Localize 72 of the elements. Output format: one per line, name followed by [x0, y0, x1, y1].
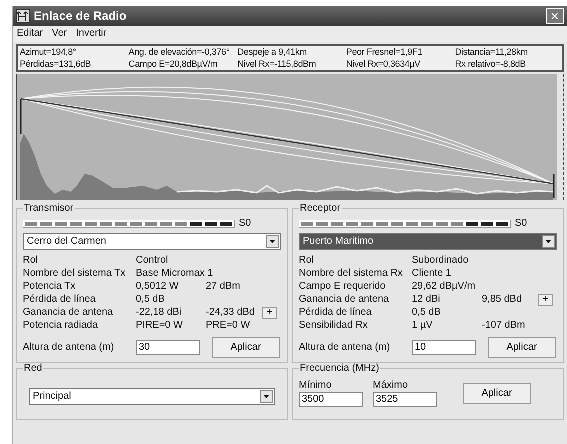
- property-label: Nombre del sistema Tx: [23, 268, 127, 279]
- antenna-icon: [16, 9, 30, 23]
- property-label: Rol: [23, 255, 40, 266]
- network-dropdown[interactable]: Principal: [29, 388, 275, 405]
- minimum-field[interactable]: 3500: [299, 392, 363, 407]
- summary-value: Rx relativo=-8,8dB: [454, 58, 527, 70]
- property-value: 27 dBm: [206, 281, 242, 292]
- caret-icon: [260, 390, 273, 403]
- property-label: Potencia radiada: [23, 320, 100, 331]
- caret-icon: [542, 235, 555, 248]
- property-label: Pérdida de línea: [299, 307, 373, 318]
- group-title: Receptor: [299, 203, 342, 214]
- antenna-height-field[interactable]: 10: [412, 340, 476, 355]
- property-value: Control: [136, 255, 170, 266]
- property-value: 29,62 dBµV/m: [412, 281, 477, 292]
- plus-button[interactable]: +: [262, 306, 277, 318]
- signal-meter-icon: [23, 220, 235, 228]
- property-value: -107 dBm: [482, 320, 526, 331]
- property-label: Rol: [299, 255, 316, 266]
- close-button[interactable]: ×: [546, 8, 564, 24]
- summary-value: Ang. de elevación=-0,376°: [128, 46, 231, 58]
- meter-label: S0: [239, 218, 252, 229]
- summary-value: Nivel Rx=0,3634µV: [345, 58, 422, 70]
- property-label: Campo E requerido: [299, 281, 387, 292]
- signal-meter-icon: [299, 220, 511, 228]
- site-dropdown[interactable]: Puerto Maritimo: [299, 233, 557, 250]
- menu-item[interactable]: Ver: [52, 28, 68, 40]
- property-label: Nombre del sistema Rx: [299, 268, 404, 279]
- property-value: -24,33 dBd: [206, 307, 256, 318]
- window-title: Enlace de Radio: [34, 9, 128, 23]
- property-label: Potencia Tx: [23, 281, 77, 292]
- group-title: Red: [23, 363, 44, 374]
- summary-value: Despeje a 9,41km: [236, 46, 308, 58]
- field-label: Máximo: [373, 380, 410, 391]
- apply-button[interactable]: Aplicar: [488, 337, 556, 358]
- caret-icon: [266, 235, 279, 248]
- summary-value: Peor Fresnel=1,9F1: [345, 46, 424, 58]
- field-label: Altura de antena (m): [23, 342, 116, 353]
- property-label: Ganancia de antena: [23, 307, 114, 318]
- property-label: Ganancia de antena: [299, 294, 390, 305]
- property-value: 0,5 dB: [412, 307, 442, 318]
- property-value: 12 dBi: [412, 294, 442, 305]
- summary-value: Nivel Rx=-115,8dBm: [236, 58, 318, 70]
- maximum-field[interactable]: 3525: [373, 392, 437, 407]
- property-value: 9,85 dBd: [482, 294, 524, 305]
- group-title: Frecuencia (MHz): [299, 363, 380, 374]
- apply-button[interactable]: Aplicar: [463, 383, 531, 404]
- menu-item[interactable]: Invertir: [76, 28, 107, 40]
- site-dropdown[interactable]: Cerro del Carmen: [23, 233, 281, 250]
- property-value: 1 µV: [412, 320, 434, 331]
- property-value: Cliente 1: [412, 268, 452, 279]
- property-value: Base Micromax 1: [136, 268, 214, 279]
- property-value: -22,18 dBi: [136, 307, 183, 318]
- property-value: 0,5 dB: [136, 294, 166, 305]
- plus-button[interactable]: +: [538, 294, 553, 306]
- field-label: Mínimo: [299, 380, 333, 391]
- property-value: 0,5012 W: [136, 281, 180, 292]
- property-value: Subordinado: [412, 255, 470, 266]
- summary-value: Campo E=20,8dBµV/m: [128, 58, 219, 70]
- summary-value: Pérdidas=131,6dB: [19, 58, 92, 70]
- apply-button[interactable]: Aplicar: [212, 337, 280, 358]
- property-value: PIRE=0 W: [136, 320, 184, 331]
- summary-value: Azimut=194,8°: [19, 46, 78, 58]
- summary-value: Distancia=11,28km: [454, 46, 529, 58]
- menu-item[interactable]: Editar: [17, 28, 44, 40]
- field-label: Altura de antena (m): [299, 342, 392, 353]
- property-label: Pérdida de línea: [23, 294, 97, 305]
- property-value: PRE=0 W: [206, 320, 252, 331]
- property-label: Sensibilidad Rx: [299, 320, 369, 331]
- group-title: Transmisor: [23, 203, 75, 214]
- meter-label: S0: [515, 218, 528, 229]
- antenna-height-field[interactable]: 30: [136, 340, 200, 355]
